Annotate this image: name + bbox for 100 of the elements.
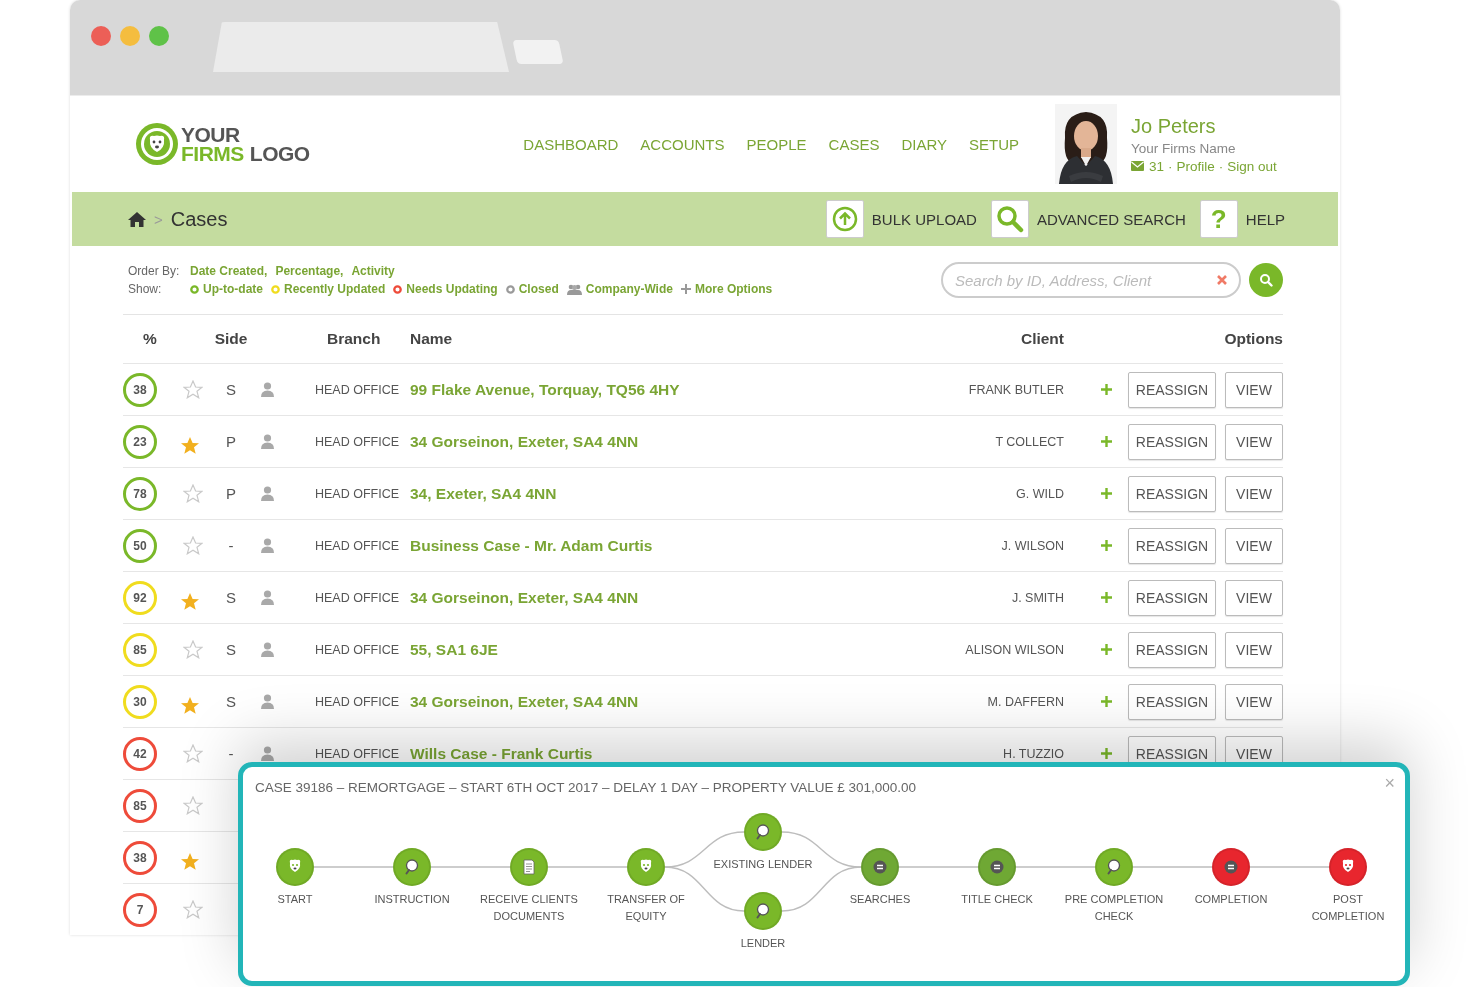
star-icon[interactable] bbox=[183, 640, 203, 659]
logo-text: FIRMS bbox=[181, 144, 244, 163]
row-button[interactable]: VIEW bbox=[1225, 475, 1283, 512]
search-field[interactable]: Search by ID, Address, Client bbox=[941, 262, 1241, 298]
toolbar-button[interactable]: BULK UPLOAD bbox=[825, 200, 977, 238]
nav-link[interactable]: DASHBOARD bbox=[523, 135, 619, 153]
search-button[interactable] bbox=[1249, 263, 1283, 297]
plus-icon[interactable] bbox=[1100, 592, 1112, 603]
stage-node[interactable] bbox=[744, 813, 782, 851]
star-icon[interactable] bbox=[183, 900, 203, 919]
plus-icon[interactable] bbox=[1100, 488, 1112, 499]
stage-node[interactable] bbox=[744, 892, 782, 930]
stage-node[interactable] bbox=[510, 848, 548, 886]
filled-star-icon[interactable] bbox=[180, 696, 200, 715]
separator-dot: · bbox=[1168, 158, 1173, 174]
row-button[interactable]: VIEW bbox=[1225, 683, 1283, 720]
stage-node[interactable] bbox=[627, 848, 665, 886]
sort-link[interactable]: Percentage, bbox=[275, 264, 344, 278]
stage-label: PRE COMPLETION CHECK bbox=[1063, 892, 1165, 924]
firm-name: Your Firms Name bbox=[1131, 140, 1237, 156]
case-link[interactable]: 99 Flake Avenue, Torquay, TQ56 4HY bbox=[410, 380, 680, 398]
clear-icon[interactable] bbox=[1217, 275, 1227, 285]
stage-label: TRANSFER OF EQUITY bbox=[606, 892, 686, 924]
star-icon[interactable] bbox=[183, 796, 203, 815]
star-icon[interactable] bbox=[183, 484, 203, 503]
row-button[interactable]: VIEW bbox=[1225, 631, 1283, 668]
row-button[interactable]: REASSIGN bbox=[1128, 631, 1216, 668]
row-button[interactable]: VIEW bbox=[1225, 423, 1283, 460]
sort-link[interactable]: Activity bbox=[351, 264, 395, 278]
filter-link[interactable]: Recently Updated bbox=[271, 282, 386, 296]
row-button[interactable]: REASSIGN bbox=[1128, 579, 1216, 616]
side-code: P bbox=[225, 485, 237, 502]
user-link[interactable]: Profile bbox=[1176, 158, 1215, 174]
plus-icon[interactable] bbox=[1100, 696, 1112, 707]
plus-icon[interactable] bbox=[1100, 748, 1112, 759]
close-button[interactable]: × bbox=[1384, 773, 1395, 794]
row-button[interactable]: REASSIGN bbox=[1128, 475, 1216, 512]
stage-node[interactable] bbox=[1212, 848, 1250, 886]
new-tab-button[interactable] bbox=[512, 40, 564, 64]
window-dot[interactable] bbox=[120, 26, 140, 46]
row-button[interactable]: REASSIGN bbox=[1128, 683, 1216, 720]
person-icon bbox=[260, 434, 274, 449]
plus-icon[interactable] bbox=[1100, 540, 1112, 551]
case-link[interactable]: Business Case - Mr. Adam Curtis bbox=[410, 536, 653, 554]
filter-link[interactable]: Closed bbox=[505, 282, 559, 296]
user-link[interactable]: Sign out bbox=[1227, 158, 1277, 174]
case-link[interactable]: Wills Case - Frank Curtis bbox=[410, 744, 593, 762]
case-link[interactable]: 55, SA1 6JE bbox=[410, 640, 498, 658]
filter-link[interactable]: Up-to-date bbox=[190, 282, 263, 296]
client-name: FRANK BUTLER bbox=[968, 382, 1064, 397]
row-button[interactable]: VIEW bbox=[1225, 371, 1283, 408]
star-icon[interactable] bbox=[183, 536, 203, 555]
toolbar-button[interactable]: ? HELP bbox=[1199, 200, 1285, 238]
filled-star-icon[interactable] bbox=[180, 592, 200, 611]
row-button[interactable]: REASSIGN bbox=[1128, 423, 1216, 460]
filter-link[interactable]: Company-Wide bbox=[566, 282, 673, 296]
plus-icon[interactable] bbox=[1100, 384, 1112, 395]
search-icon bbox=[995, 205, 1024, 233]
nav-link[interactable]: PEOPLE bbox=[746, 135, 807, 153]
row-button[interactable]: VIEW bbox=[1225, 527, 1283, 564]
stage-node[interactable] bbox=[1095, 848, 1133, 886]
help-icon: ? bbox=[1210, 206, 1227, 232]
percent-badge: 23 bbox=[123, 424, 157, 459]
star-icon[interactable] bbox=[183, 380, 203, 399]
case-link[interactable]: 34 Gorseinon, Exeter, SA4 4NN bbox=[410, 432, 639, 450]
sort-link[interactable]: Date Created, bbox=[190, 264, 268, 278]
plus-icon[interactable] bbox=[1100, 436, 1112, 447]
filled-star-icon[interactable] bbox=[180, 852, 200, 871]
stage-label: SEARCHES bbox=[848, 892, 912, 907]
star-icon[interactable] bbox=[183, 744, 203, 763]
row-button[interactable]: REASSIGN bbox=[1128, 371, 1216, 408]
nav-link[interactable]: SETUP bbox=[969, 135, 1019, 153]
window-dot[interactable] bbox=[149, 26, 169, 46]
nav-link[interactable]: CASES bbox=[828, 135, 880, 153]
case-link[interactable]: 34, Exeter, SA4 4NN bbox=[410, 484, 557, 502]
case-link[interactable]: 34 Gorseinon, Exeter, SA4 4NN bbox=[410, 692, 639, 710]
toolbar-button[interactable]: ADVANCED SEARCH bbox=[990, 200, 1186, 238]
percent-badge: 92 bbox=[123, 580, 157, 615]
filter-link[interactable]: More Options bbox=[680, 282, 773, 296]
case-link[interactable]: 34 Gorseinon, Exeter, SA4 4NN bbox=[410, 588, 639, 606]
window-dot[interactable] bbox=[91, 26, 111, 46]
row-button[interactable]: REASSIGN bbox=[1128, 527, 1216, 564]
home-icon[interactable] bbox=[128, 211, 146, 227]
stage-node[interactable] bbox=[276, 848, 314, 886]
stage-node[interactable] bbox=[861, 848, 899, 886]
side-code: S bbox=[225, 589, 237, 606]
person-icon bbox=[260, 746, 274, 761]
percent-badge: 7 bbox=[123, 892, 157, 927]
filter-link[interactable]: Needs Updating bbox=[393, 282, 498, 296]
row-button[interactable]: VIEW bbox=[1225, 579, 1283, 616]
stage-node[interactable] bbox=[1329, 848, 1367, 886]
percent-badge: 38 bbox=[123, 372, 157, 407]
filled-star-icon[interactable] bbox=[180, 436, 200, 455]
stage-node[interactable] bbox=[393, 848, 431, 886]
nav-link[interactable]: ACCOUNTS bbox=[640, 135, 725, 153]
stage-node[interactable] bbox=[978, 848, 1016, 886]
person-icon bbox=[260, 382, 274, 397]
nav-link[interactable]: DIARY bbox=[901, 135, 947, 153]
plus-icon[interactable] bbox=[1100, 644, 1112, 655]
filter-label: Show: bbox=[128, 282, 163, 296]
